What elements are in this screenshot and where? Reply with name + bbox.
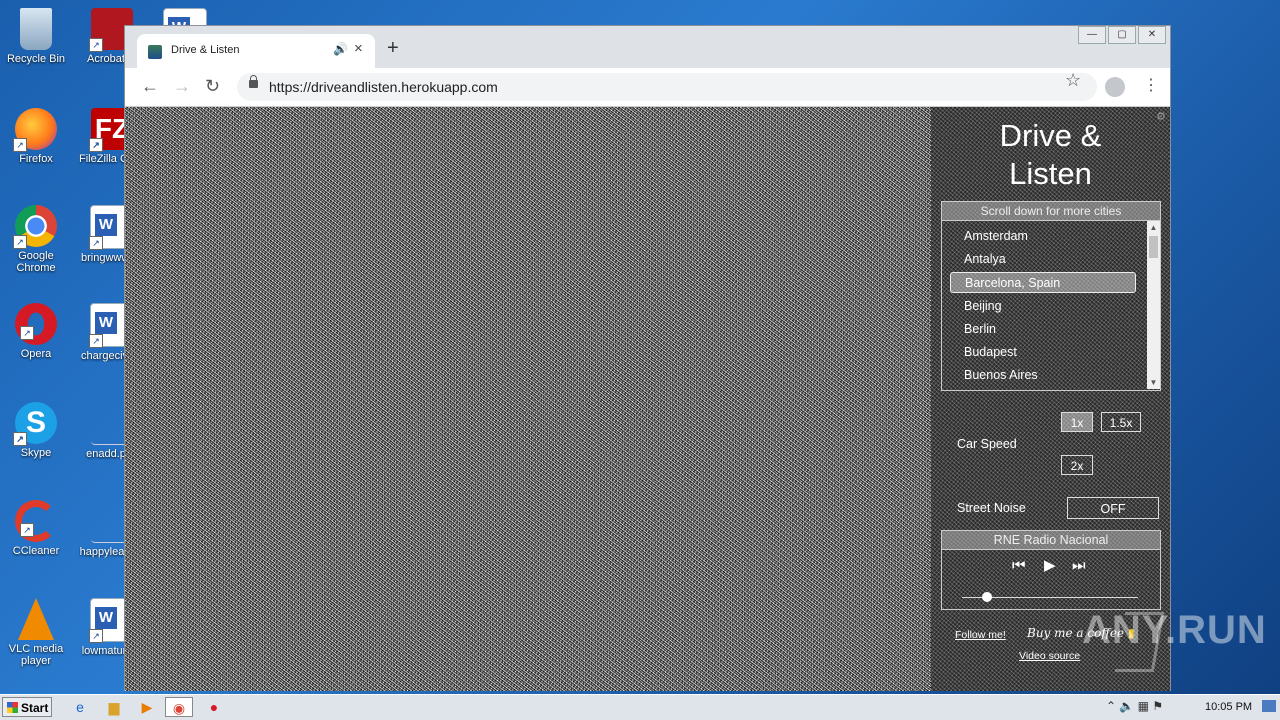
next-track-icon[interactable]: ⏭: [1072, 558, 1086, 574]
desktop-icon-label: happylea: [79, 546, 125, 558]
browser-window: Drive & Listen 🔊 × + — ▢ ✕ ← → ↻ https:/…: [124, 25, 1171, 691]
desktop-icon-label: bringwww: [81, 252, 127, 264]
chrome-taskbar-icon[interactable]: ◉: [165, 697, 193, 717]
radio-station-name: RNE Radio Nacional: [942, 531, 1160, 550]
scroll-down-arrow-icon[interactable]: ▼: [1147, 376, 1160, 389]
city-list[interactable]: Amsterdam Antalya Barcelona, Spain Beiji…: [942, 221, 1146, 389]
city-list-header: Scroll down for more cities: [942, 202, 1160, 221]
city-item-budapest[interactable]: Budapest: [950, 342, 1136, 363]
desktop-icon-label: enadd.p: [86, 448, 126, 460]
skype-icon: S ↗: [13, 402, 57, 446]
street-noise-toggle[interactable]: OFF: [1067, 497, 1159, 519]
back-arrow-icon[interactable]: ←: [141, 76, 159, 96]
desktop-icon-label: lowmatur: [81, 645, 127, 657]
desktop-icon-label: Google Chrome: [16, 250, 56, 274]
desktop-icon-label: chargeciv: [81, 350, 127, 362]
taskbar-clock[interactable]: 10:05 PM: [1205, 701, 1252, 713]
speed-2x-button[interactable]: 2x: [1061, 455, 1093, 475]
windows-logo-icon: [7, 702, 18, 713]
opera-icon: ↗: [15, 303, 57, 345]
desktop-icon-recycle-bin[interactable]: Recycle Bin: [1, 8, 71, 65]
media-player-icon[interactable]: ▶: [133, 697, 161, 717]
forward-arrow-icon[interactable]: →: [173, 76, 191, 96]
reload-icon[interactable]: ↻: [205, 76, 220, 96]
city-item-buenos-aires[interactable]: Buenos Aires: [950, 365, 1136, 386]
firefox-icon: ↗: [13, 108, 57, 152]
window-controls: — ▢ ✕: [1078, 26, 1166, 44]
speed-1-5x-button[interactable]: 1.5x: [1101, 412, 1141, 432]
city-item-beijing[interactable]: Beijing: [950, 296, 1136, 317]
desktop-icon-skype[interactable]: S ↗ Skype: [1, 402, 71, 459]
start-button[interactable]: Start: [2, 697, 52, 717]
app-title-line1: Drive &: [999, 118, 1102, 153]
internet-explorer-icon[interactable]: e: [66, 697, 94, 717]
desktop-icon-label: Opera: [20, 348, 52, 360]
city-item-berlin[interactable]: Berlin: [950, 319, 1136, 340]
browser-toolbar: ← → ↻ https://driveandlisten.herokuapp.c…: [125, 68, 1170, 107]
control-panel: ⚙ Drive & Listen Scroll down for more ci…: [931, 107, 1170, 691]
city-item-barcelona-selected[interactable]: Barcelona, Spain: [950, 272, 1136, 293]
profile-avatar-icon[interactable]: [1105, 77, 1125, 97]
show-desktop-icon[interactable]: [1262, 700, 1276, 712]
app-title-line2: Listen: [1009, 156, 1092, 191]
web-page: ⚙ Drive & Listen Scroll down for more ci…: [125, 107, 1170, 691]
car-speed-label: Car Speed: [957, 437, 1017, 451]
street-noise-label: Street Noise: [957, 501, 1026, 515]
tab-title: Drive & Listen: [171, 44, 240, 56]
desktop-icon-label: Recycle Bin: [6, 53, 66, 65]
recycle-bin-icon: [20, 8, 52, 50]
site-favicon-icon: [148, 45, 162, 59]
desktop-icon-chrome[interactable]: ↗ Google Chrome: [1, 205, 71, 274]
desktop-icon-label: Skype: [20, 447, 52, 459]
taskbar: Start e ▆ ▶ ◉ ● ⌃ 🔈 ▦ ⚑ 10:05 PM: [0, 694, 1280, 720]
minimize-button[interactable]: —: [1078, 26, 1106, 44]
file-explorer-icon[interactable]: ▆: [100, 697, 128, 717]
desktop-icon-label: FileZilla Client: [79, 153, 129, 165]
desktop-icon-vlc[interactable]: VLC media player: [1, 598, 71, 667]
tab-close-icon[interactable]: ×: [354, 40, 363, 57]
desktop-icon-ccleaner[interactable]: ↗ CCleaner: [1, 500, 71, 557]
city-selector: Scroll down for more cities Amsterdam An…: [941, 201, 1161, 391]
city-list-scrollbar[interactable]: ▲ ▼: [1147, 221, 1160, 389]
play-icon[interactable]: ▶: [1044, 558, 1056, 574]
ccleaner-icon: ↗: [15, 500, 57, 542]
city-item-amsterdam[interactable]: Amsterdam: [950, 226, 1136, 247]
video-static-area: [125, 107, 931, 691]
previous-track-icon[interactable]: ⏮: [1012, 558, 1026, 574]
speed-1x-button[interactable]: 1x: [1061, 412, 1093, 432]
radio-player: RNE Radio Nacional ⏮ ▶ ⏭: [941, 530, 1161, 610]
desktop-icon-label: Firefox: [19, 153, 53, 165]
desktop-icon-firefox[interactable]: ↗ Firefox: [1, 108, 71, 165]
chrome-icon: ↗: [13, 205, 57, 249]
desktop-icon-label: VLC media player: [8, 643, 64, 667]
url-text: https://driveandlisten.herokuapp.com: [269, 79, 498, 95]
speaker-icon[interactable]: 🔊: [333, 42, 348, 56]
system-tray-icons[interactable]: ⌃ 🔈 ▦ ⚑: [1106, 699, 1163, 713]
start-label: Start: [21, 701, 49, 715]
address-bar[interactable]: https://driveandlisten.herokuapp.com: [237, 73, 1097, 101]
volume-slider-knob[interactable]: [981, 592, 992, 602]
scroll-up-arrow-icon[interactable]: ▲: [1147, 221, 1160, 234]
vlc-icon: [18, 598, 54, 640]
city-item-antalya[interactable]: Antalya: [950, 249, 1136, 270]
bookmark-star-icon[interactable]: ☆: [1065, 70, 1081, 91]
close-window-button[interactable]: ✕: [1138, 26, 1166, 44]
desktop-icon-label: CCleaner: [12, 545, 60, 557]
anyrun-watermark: ANY.RUN: [1082, 608, 1267, 652]
follow-me-link[interactable]: Follow me!: [955, 629, 1006, 641]
new-tab-button[interactable]: +: [387, 38, 399, 58]
lock-icon: [249, 75, 258, 88]
video-source-link[interactable]: Video source: [1019, 650, 1080, 662]
app-title: Drive & Listen: [931, 117, 1170, 193]
tab-strip: Drive & Listen 🔊 × + — ▢ ✕: [125, 26, 1170, 68]
menu-dots-icon[interactable]: ⋮: [1143, 76, 1159, 96]
maximize-button[interactable]: ▢: [1108, 26, 1136, 44]
desktop-icon-opera[interactable]: ↗ Opera: [1, 303, 71, 360]
tab-drive-and-listen[interactable]: Drive & Listen 🔊 ×: [137, 34, 375, 68]
scrollbar-thumb[interactable]: [1149, 236, 1158, 258]
opera-taskbar-icon[interactable]: ●: [200, 697, 228, 717]
